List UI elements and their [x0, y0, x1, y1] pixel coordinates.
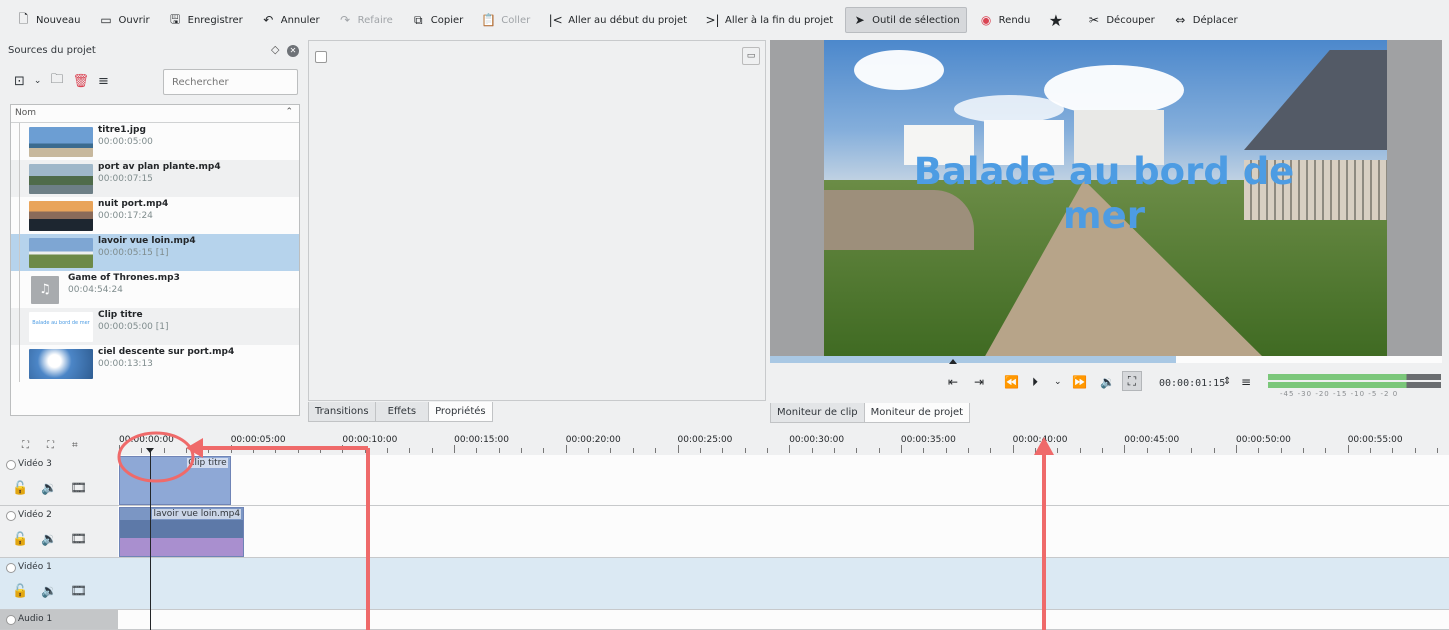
- arrow-head-left: [186, 438, 203, 458]
- playhead-highlight-circle: [117, 431, 195, 483]
- tutorial-annotations: [117, 431, 1054, 630]
- arrow-head-up: [1034, 437, 1054, 455]
